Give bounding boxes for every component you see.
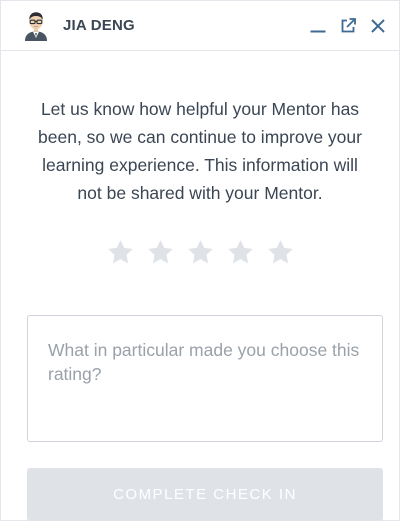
complete-check-in-button[interactable]: COMPLETE CHECK IN: [27, 468, 383, 521]
feedback-field-wrapper: [27, 315, 383, 447]
mentor-avatar-icon: [25, 11, 47, 41]
rating-instructions: Let us know how helpful your Mentor has …: [38, 99, 362, 203]
minimize-icon: [310, 30, 326, 32]
panel-header: JIA DENG: [1, 1, 399, 51]
external-link-icon: [341, 17, 356, 32]
feedback-textarea[interactable]: [27, 315, 383, 442]
close-button[interactable]: [369, 17, 387, 35]
star-icon-4[interactable]: [226, 238, 255, 267]
star-rating: [31, 238, 369, 267]
mentor-name: JIA DENG: [63, 17, 135, 34]
star-icon-1[interactable]: [106, 238, 135, 267]
header-actions: [309, 17, 387, 35]
minimize-button[interactable]: [309, 17, 327, 35]
close-icon: [371, 18, 385, 33]
mentor-checkin-panel: JIA DENG Let us know how helpful your Me…: [0, 0, 400, 521]
star-icon-5[interactable]: [266, 238, 295, 267]
popout-button[interactable]: [339, 17, 357, 35]
star-icon-2[interactable]: [146, 238, 175, 267]
star-icon-3[interactable]: [186, 238, 215, 267]
panel-body: Let us know how helpful your Mentor has …: [1, 51, 399, 521]
